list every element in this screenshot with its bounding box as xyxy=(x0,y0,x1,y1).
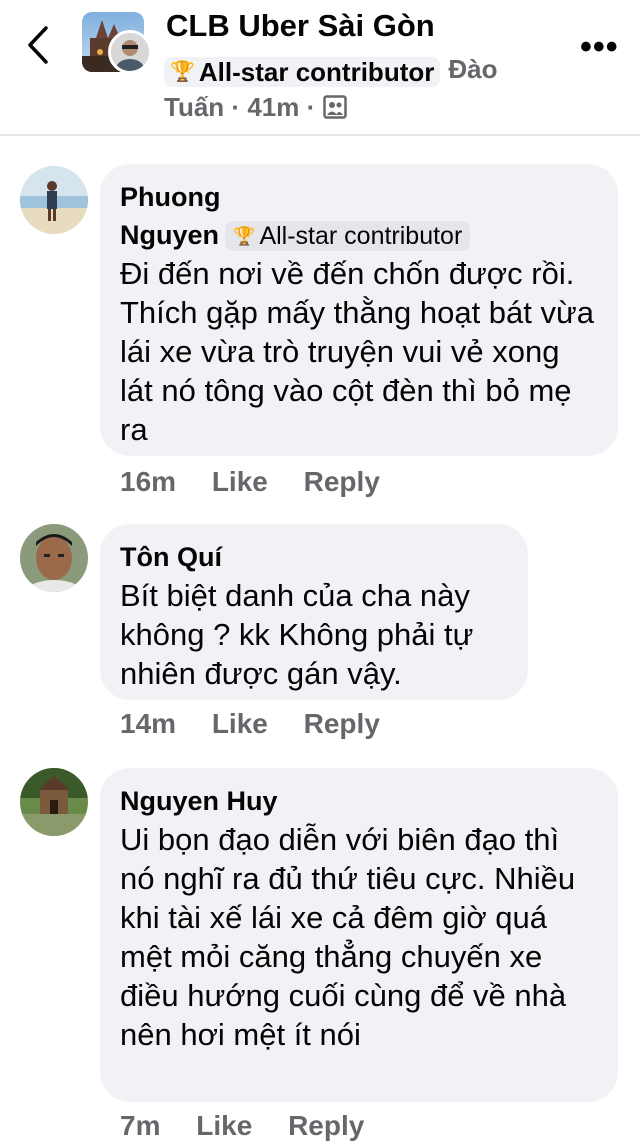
trophy-icon: 🏆 xyxy=(233,226,256,246)
like-button[interactable]: Like xyxy=(212,466,268,497)
like-button[interactable]: Like xyxy=(196,1110,252,1141)
commenter-avatar[interactable] xyxy=(20,524,88,592)
post-meta: 🏆 All-star contributor Đào Tuấn · 41m · xyxy=(164,50,544,126)
more-options-button[interactable]: ••• xyxy=(580,28,619,67)
reply-button[interactable]: Reply xyxy=(304,708,380,739)
author-avatar[interactable] xyxy=(108,30,152,74)
commenter-avatar[interactable] xyxy=(20,166,88,234)
all-star-badge[interactable]: 🏆 All-star contributor xyxy=(225,221,471,251)
like-button[interactable]: Like xyxy=(212,708,268,739)
comment-text: Ui bọn đạo diễn với biên đạo thì nó nghĩ… xyxy=(120,822,576,1052)
comment-actions: 14m Like Reply xyxy=(120,708,408,740)
author-name-first[interactable]: Đào xyxy=(448,54,497,84)
separator: · xyxy=(231,92,241,122)
comment-actions: 16m Like Reply xyxy=(120,466,408,498)
more-horizontal-icon: ••• xyxy=(580,28,619,66)
back-button[interactable] xyxy=(22,22,62,72)
reply-button[interactable]: Reply xyxy=(304,466,380,497)
divider xyxy=(0,134,640,136)
commenter-name[interactable]: Nguyen Huy xyxy=(120,782,598,820)
commenter-avatar[interactable] xyxy=(20,768,88,836)
comment-time[interactable]: 7m xyxy=(120,1110,160,1141)
chevron-left-icon xyxy=(28,26,48,64)
comment-time[interactable]: 16m xyxy=(120,466,176,497)
commenter-name[interactable]: Phuong Nguyen 🏆 All-star contributor xyxy=(120,178,598,254)
group-members-icon xyxy=(322,95,347,119)
post-time[interactable]: 41m xyxy=(247,92,299,122)
all-star-badge[interactable]: 🏆 All-star contributor xyxy=(164,57,441,87)
trophy-icon: 🏆 xyxy=(170,61,195,83)
group-name[interactable]: CLB Uber Sài Gòn xyxy=(166,8,435,44)
comment-actions: 7m Like Reply xyxy=(120,1110,392,1142)
post-header: CLB Uber Sài Gòn 🏆 All-star contributor Đà… xyxy=(0,0,640,134)
comment-text: Đi đến nơi về đến chốn được rồi. Thích g… xyxy=(120,256,594,447)
reply-button[interactable]: Reply xyxy=(288,1110,364,1141)
author-name-last[interactable]: Tuấn xyxy=(164,92,224,122)
commenter-name[interactable]: Tôn Quí xyxy=(120,538,508,576)
comment-time[interactable]: 14m xyxy=(120,708,176,739)
comment-bubble: Nguyen Huy Ui bọn đạo diễn với biên đạo … xyxy=(100,768,618,1102)
separator: · xyxy=(306,92,316,122)
comment-text: Bít biệt danh của cha này không ? kk Khô… xyxy=(120,578,474,691)
comment-bubble: Tôn Quí Bít biệt danh của cha này không … xyxy=(100,524,528,700)
comment-bubble: Phuong Nguyen 🏆 All-star contributor Đi đế… xyxy=(100,164,618,456)
